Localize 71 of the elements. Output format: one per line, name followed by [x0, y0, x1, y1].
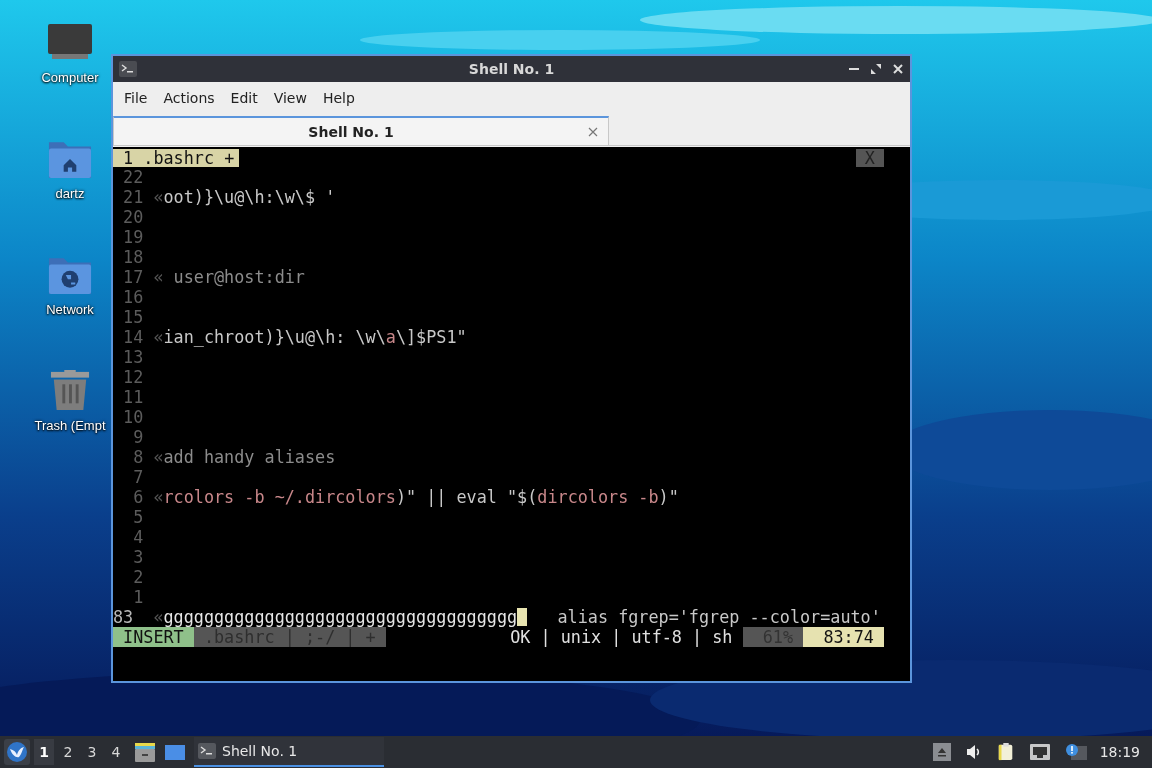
- menu-item[interactable]: Help: [314, 87, 363, 109]
- line-number: 21: [122, 187, 145, 207]
- bird-icon[interactable]: [4, 739, 30, 765]
- line-number: 1: [132, 587, 145, 607]
- desktop-icon-label[interactable]: Network: [46, 302, 94, 317]
- code-text: )" || eval "$(: [395, 487, 538, 507]
- clipboard-icon[interactable]: [996, 743, 1015, 761]
- line-number: 83: [113, 607, 135, 627]
- terminal-icon: [119, 61, 137, 77]
- menu-item[interactable]: File: [116, 87, 156, 109]
- text-cursor: [517, 608, 528, 626]
- wrap-marker: «: [153, 447, 164, 467]
- line-number: 6: [132, 487, 145, 507]
- line-number: 11: [122, 387, 145, 407]
- network-port-icon[interactable]: [1028, 743, 1051, 761]
- buffer-tab[interactable]: 1 .bashrc +: [113, 149, 240, 167]
- line-number: 12: [122, 367, 145, 387]
- code-text: a: [385, 327, 396, 347]
- wrap-marker: «: [153, 607, 164, 627]
- clock: 18:19: [1099, 744, 1140, 760]
- status-segment: 83:74: [803, 627, 884, 647]
- terminal-icon: [198, 743, 216, 759]
- monitor-icon[interactable]: [48, 22, 92, 62]
- code-text: )": [658, 487, 679, 507]
- line-number: 13: [122, 347, 145, 367]
- line-number: 18: [122, 247, 145, 267]
- code-text: ggggggggggggggggggggggggggggggggggg: [163, 607, 518, 627]
- line-number: 10: [122, 407, 145, 427]
- line-number: 8: [132, 447, 145, 467]
- line-number: 9: [132, 427, 145, 447]
- desktop-icon-label[interactable]: Trash (Empt: [34, 418, 106, 433]
- workspace-button[interactable]: 4: [106, 739, 126, 765]
- code-text: \]$PS1": [395, 327, 467, 347]
- file-cabinet-icon[interactable]: [134, 741, 156, 763]
- notification-icon[interactable]: [1064, 743, 1087, 761]
- workspace-button[interactable]: 2: [58, 739, 78, 765]
- workspace-button[interactable]: 1: [34, 739, 54, 765]
- wrap-marker: «: [153, 187, 164, 207]
- line-number: 7: [132, 467, 145, 487]
- menu-item[interactable]: View: [265, 87, 315, 109]
- taskbar-button[interactable]: Shell No. 1: [194, 737, 384, 767]
- line-number: 16: [122, 287, 145, 307]
- wrap-marker: «: [153, 267, 164, 287]
- code-text: rcolors -b ~/.dircolors: [163, 487, 396, 507]
- window-title: Shell No. 1: [468, 61, 555, 77]
- workspace-button[interactable]: 3: [82, 739, 102, 765]
- wrap-marker: «: [153, 487, 164, 507]
- code-text: alias fgrep='fgrep --color=auto': [557, 607, 881, 627]
- line-number: 4: [132, 527, 145, 547]
- line-number: 3: [132, 547, 145, 567]
- code-text: dircolors -b: [537, 487, 659, 507]
- line-number: 14: [122, 327, 145, 347]
- code-text: user@host:dir: [172, 267, 305, 287]
- code-text: ian_chroot)}\u@\h: \w\: [163, 327, 386, 347]
- line-number: 15: [122, 307, 145, 327]
- line-number: 5: [132, 507, 145, 527]
- line-number: 19: [122, 227, 145, 247]
- wrap-marker: «: [153, 327, 164, 347]
- restore-icon[interactable]: [870, 63, 882, 75]
- tab[interactable]: Shell No. 1: [113, 116, 609, 145]
- trash-icon[interactable]: [48, 370, 92, 410]
- line-number: 17: [122, 267, 145, 287]
- code-text: add handy aliases: [163, 447, 336, 467]
- code-text: oot)}\u@\h:\w\$ ': [163, 187, 336, 207]
- line-number: 20: [122, 207, 145, 227]
- menu-item[interactable]: Actions: [155, 87, 223, 109]
- line-number: 22: [122, 167, 145, 187]
- eject-icon[interactable]: [932, 743, 951, 761]
- line-number: 2: [132, 567, 145, 587]
- status-segment: INSERT: [113, 627, 194, 647]
- menu-item[interactable]: Edit: [222, 87, 266, 109]
